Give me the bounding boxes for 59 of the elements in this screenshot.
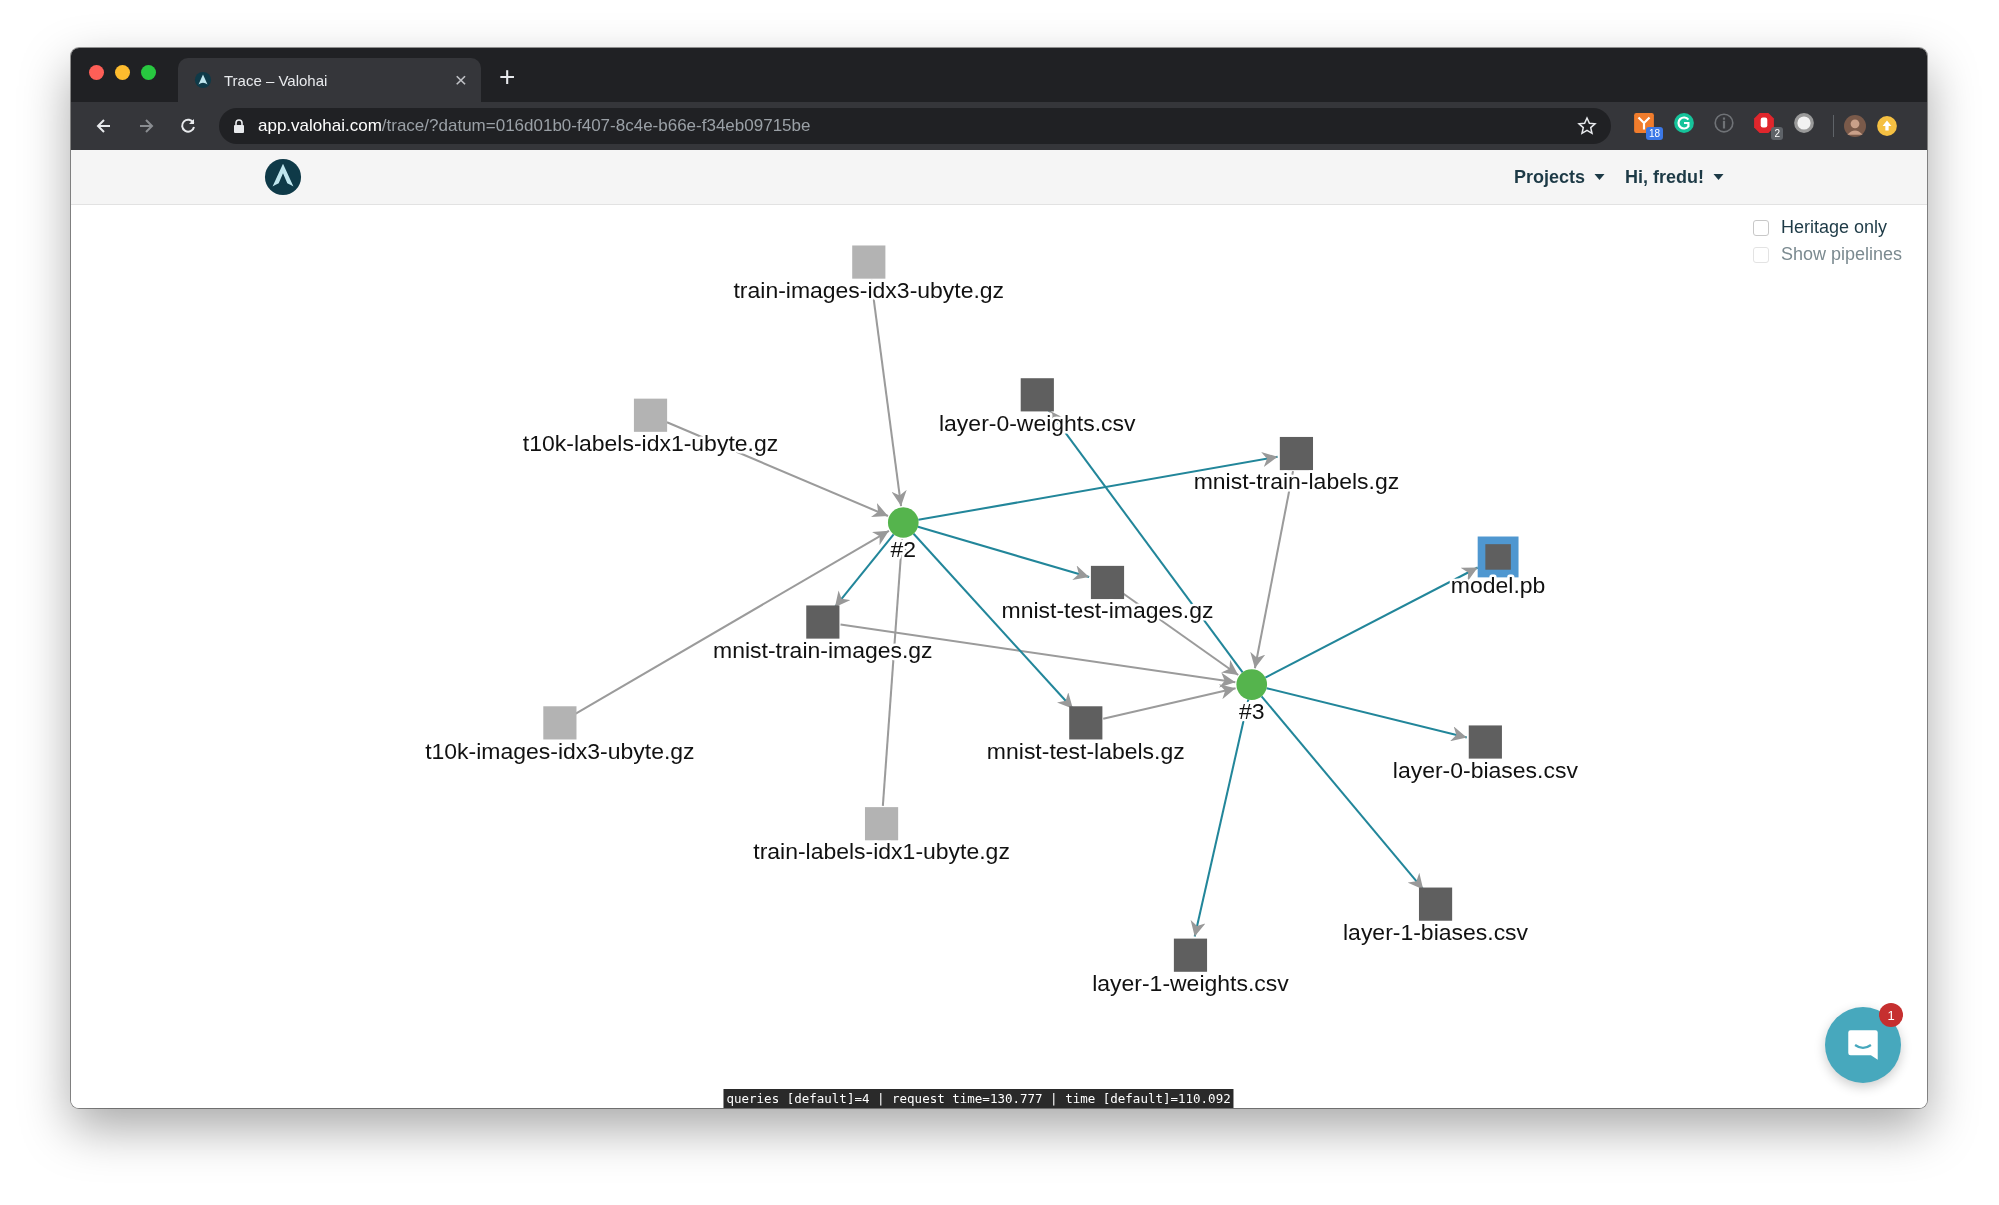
close-window-button[interactable] [89,64,104,80]
datum-node[interactable] [543,706,577,740]
hand-stop-icon [1753,112,1775,134]
datum-node[interactable] [1069,706,1103,740]
g-circle-icon [1673,112,1695,134]
caret-icon [1594,174,1605,180]
star-icon[interactable] [1577,116,1597,136]
datum-node[interactable] [1090,565,1125,600]
notification-badge: 1 [1879,1003,1903,1027]
node-label: layer-0-biases.csv [1392,756,1578,783]
new-tab-button[interactable]: + [499,61,516,93]
node-label: mnist-test-labels.gz [986,737,1185,764]
datum-node[interactable] [1418,887,1453,921]
datum-node[interactable] [1279,436,1313,471]
address-bar[interactable]: app.valohai.com/trace/?datum=016d01b0-f407-8c4e-b66e-f34eb09715be [219,108,1611,144]
dropdown-menu[interactable]: Hi, fredu! [1625,166,1724,188]
extension-button[interactable]: 18 [1633,112,1663,140]
update-icon[interactable] [1876,115,1898,137]
datum-node[interactable] [1477,536,1519,578]
reload-icon[interactable] [178,116,198,136]
datum-node[interactable] [852,245,886,279]
execution-node[interactable] [887,507,919,538]
close-tab-button[interactable]: × [454,68,467,92]
minimize-window-button[interactable] [115,64,130,80]
node-label: mnist-train-images.gz [713,636,933,663]
extension-button[interactable]: 2 [1753,112,1783,140]
datum-node[interactable] [1020,378,1054,412]
debug-bar: queries [default]=4 | request time=130.777 | time [default]=110.092 [723,1089,1234,1108]
node-label: train-images-idx3-ubyte.gz [733,276,1005,303]
execution-node[interactable] [1236,669,1268,700]
datum-node[interactable] [806,605,840,639]
node-label: train-labels-idx1-ubyte.gz [753,838,1010,865]
info-icon [1713,112,1735,134]
maximize-window-button[interactable] [141,64,156,80]
checkbox-option[interactable]: Heritage only [1752,217,1902,238]
node-label: model.pb [1450,571,1546,598]
node-label: layer-1-biases.csv [1343,918,1529,945]
node-label: t10k-labels-idx1-ubyte.gz [522,430,779,456]
datum-node[interactable] [1173,938,1208,972]
url-text: app.valohai.com/trace/?datum=016d01b0-f407-8c4e-b66e-f34eb09715be [258,116,812,136]
checkbox[interactable] [1752,219,1769,236]
logo-icon[interactable] [264,158,302,196]
lock-icon [233,119,245,133]
orb-icon [1793,112,1815,134]
node-label: t10k-images-idx3-ubyte.gz [425,737,695,764]
chat-bubble-icon [1846,1028,1880,1062]
datum-node[interactable] [633,398,668,432]
browser-tab[interactable]: Trace – Valohai × [178,58,481,102]
node-label: #2 [890,535,917,562]
datum-node[interactable] [864,807,899,841]
dropdown-menu[interactable]: Projects [1513,166,1605,188]
logo-icon [194,71,212,89]
datum-node[interactable] [1468,725,1502,759]
caret-icon [1713,174,1724,180]
node-label: layer-1-weights.csv [1092,969,1289,996]
count-badge: 18 [1645,127,1663,140]
avatar-icon[interactable] [1844,115,1866,137]
node-label: mnist-train-labels.gz [1193,468,1400,495]
count-badge: 2 [1771,127,1783,140]
